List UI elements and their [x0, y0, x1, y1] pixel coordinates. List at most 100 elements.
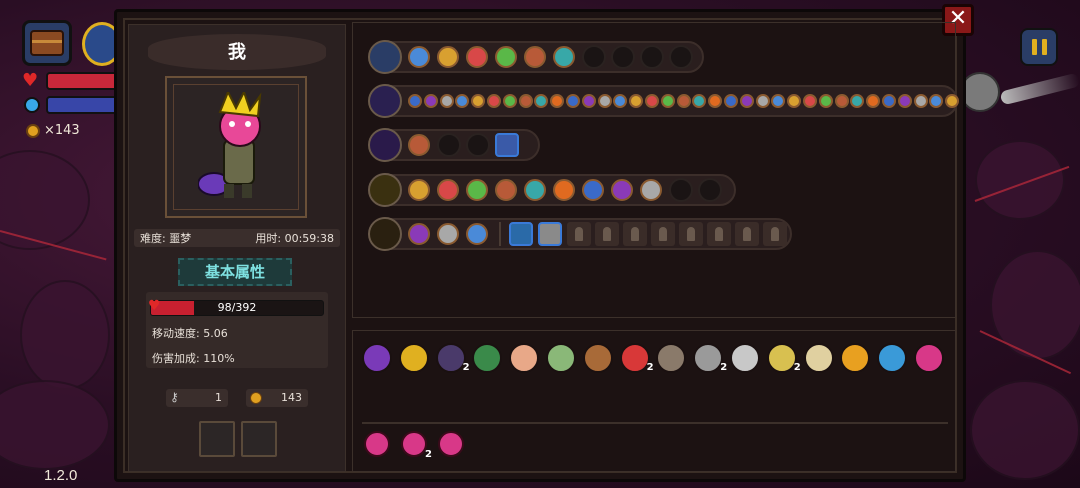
golden-staff-icon[interactable] — [368, 173, 402, 207]
green-gem-icon[interactable] — [546, 343, 576, 373]
dark-orb-icon[interactable] — [368, 128, 402, 162]
pink-potion-icon[interactable] — [364, 431, 390, 457]
empty-rune-slot[interactable] — [611, 45, 635, 69]
pink-crown-icon[interactable] — [914, 343, 944, 373]
blue-ring-icon[interactable] — [877, 343, 908, 373]
equipment-slot[interactable] — [199, 421, 235, 457]
bone-bridge-icon[interactable] — [803, 343, 834, 373]
coins-count: 143 — [281, 391, 302, 404]
wooden-staff-icon[interactable] — [368, 217, 402, 251]
equipment-slot[interactable] — [241, 421, 277, 457]
hud-chest-button[interactable] — [22, 20, 72, 66]
rune-icon[interactable] — [466, 223, 488, 245]
mana-icon — [24, 97, 40, 113]
potion-rune-icon[interactable] — [495, 133, 519, 157]
rune-icon[interactable] — [882, 94, 896, 108]
rune-icon[interactable] — [755, 94, 770, 108]
rune-icon[interactable] — [487, 94, 501, 108]
iron-sword-icon[interactable] — [693, 343, 724, 373]
rune-icon[interactable] — [566, 94, 580, 108]
bone-armor-icon[interactable] — [730, 343, 760, 373]
rune-icon[interactable] — [518, 94, 533, 108]
rune-icon[interactable] — [803, 94, 817, 108]
item-count: 2 — [793, 362, 801, 373]
row-separator — [499, 222, 501, 246]
coin-icon — [26, 124, 40, 138]
empty-rune-slot[interactable] — [466, 133, 490, 157]
rune-icon[interactable] — [645, 94, 659, 108]
difficulty-label: 难度: 噩梦 — [140, 232, 192, 245]
empty-rune-slot[interactable] — [669, 45, 693, 69]
empty-rune-slot[interactable] — [669, 178, 693, 202]
rune-icon[interactable] — [660, 94, 675, 108]
bg-blob — [975, 140, 1065, 220]
item-count: 2 — [720, 362, 728, 373]
player-name: 我 — [228, 42, 246, 63]
magic-staff-icon[interactable] — [368, 84, 402, 118]
rune-icon[interactable] — [582, 179, 604, 201]
rune-icon[interactable] — [611, 179, 633, 201]
pink-egg-icon[interactable] — [509, 343, 540, 373]
hud-mana-bar — [46, 96, 118, 114]
coin-icon — [250, 392, 262, 404]
projectile-trail — [999, 72, 1080, 106]
move-speed-stat: 移动速度: 5.06 — [152, 327, 228, 340]
rune-icon[interactable] — [408, 94, 422, 108]
purple-hood-icon[interactable] — [362, 343, 392, 373]
red-mask-icon[interactable] — [619, 343, 650, 373]
pink-potion-icon[interactable] — [438, 431, 464, 457]
rune-icon[interactable] — [524, 46, 546, 68]
special-rune-icon[interactable] — [509, 222, 533, 246]
rune-icon[interactable] — [502, 94, 517, 108]
damage-bonus-stat: 伤害加成: 110% — [152, 352, 235, 365]
locked-slot — [567, 222, 591, 246]
pause-button[interactable] — [1020, 28, 1058, 66]
rune-icon[interactable] — [597, 94, 612, 108]
rune-icon[interactable] — [408, 46, 430, 68]
rune-icon[interactable] — [408, 134, 430, 156]
rune-icon[interactable] — [818, 94, 833, 108]
chest-icon[interactable] — [368, 40, 402, 74]
rune-icon[interactable] — [495, 46, 517, 68]
rune-icon[interactable] — [640, 179, 662, 201]
gold-claw-icon[interactable] — [766, 343, 797, 373]
item-count: 2 — [462, 362, 470, 373]
empty-rune-slot[interactable] — [437, 133, 461, 157]
bg-blob — [970, 380, 1080, 480]
locked-slot — [651, 222, 675, 246]
rune-icon[interactable] — [581, 94, 596, 108]
rune-icon[interactable] — [834, 94, 849, 108]
rune-icon[interactable] — [524, 179, 546, 201]
rune-icon[interactable] — [437, 46, 459, 68]
rune-icon[interactable] — [466, 179, 488, 201]
rune-icon[interactable] — [676, 94, 691, 108]
empty-rune-slot[interactable] — [582, 45, 606, 69]
rune-icon[interactable] — [423, 94, 438, 108]
rune-icon[interactable] — [553, 179, 575, 201]
empty-rune-slot[interactable] — [698, 178, 722, 202]
hero-avatar — [198, 92, 262, 198]
rune-icon[interactable] — [495, 179, 517, 201]
keys-count: 1 — [215, 391, 222, 404]
rune-icon[interactable] — [913, 94, 928, 108]
brown-scroll-icon[interactable] — [582, 343, 613, 373]
rune-icon[interactable] — [739, 94, 754, 108]
basic-attributes-title: 基本属性 — [178, 258, 292, 286]
rune-icon[interactable] — [408, 223, 430, 245]
rune-icon[interactable] — [408, 179, 430, 201]
rune-icon[interactable] — [724, 94, 738, 108]
rune-icon[interactable] — [897, 94, 912, 108]
gold-crystal-icon[interactable] — [398, 343, 429, 373]
locked-slot — [707, 222, 731, 246]
item-count: 2 — [646, 362, 654, 373]
shadow-cloak-icon[interactable] — [435, 343, 466, 373]
rune-icon[interactable] — [466, 46, 488, 68]
empty-rune-slot[interactable] — [640, 45, 664, 69]
rune-icon[interactable] — [437, 179, 459, 201]
rune-icon[interactable] — [439, 94, 454, 108]
rune-icon[interactable] — [437, 223, 459, 245]
version-label: 1.2.0 — [44, 467, 78, 484]
rune-icon[interactable] — [553, 46, 575, 68]
pink-potion-icon[interactable] — [401, 431, 427, 457]
special-rune-icon[interactable] — [538, 222, 562, 246]
